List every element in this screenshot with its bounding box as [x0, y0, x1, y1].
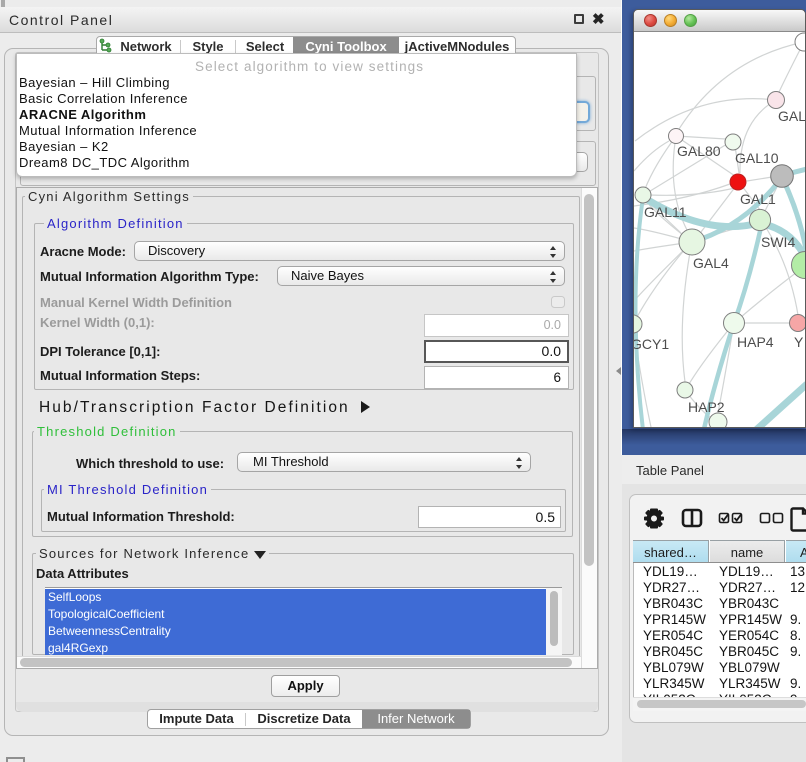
svg-text:GAL1: GAL1: [740, 191, 776, 207]
svg-text:GCY1: GCY1: [634, 336, 669, 352]
svg-text:SWI4: SWI4: [761, 234, 795, 250]
svg-text:GAL4: GAL4: [693, 255, 729, 271]
svg-text:HAP2: HAP2: [688, 399, 725, 415]
svg-text:Y: Y: [794, 334, 804, 350]
svg-text:GAL80: GAL80: [677, 143, 721, 159]
svg-text:GAL10: GAL10: [735, 150, 779, 166]
svg-text:GAL11: GAL11: [644, 204, 687, 220]
svg-text:GAL: GAL: [778, 108, 805, 124]
svg-text:HAP4: HAP4: [737, 334, 774, 350]
